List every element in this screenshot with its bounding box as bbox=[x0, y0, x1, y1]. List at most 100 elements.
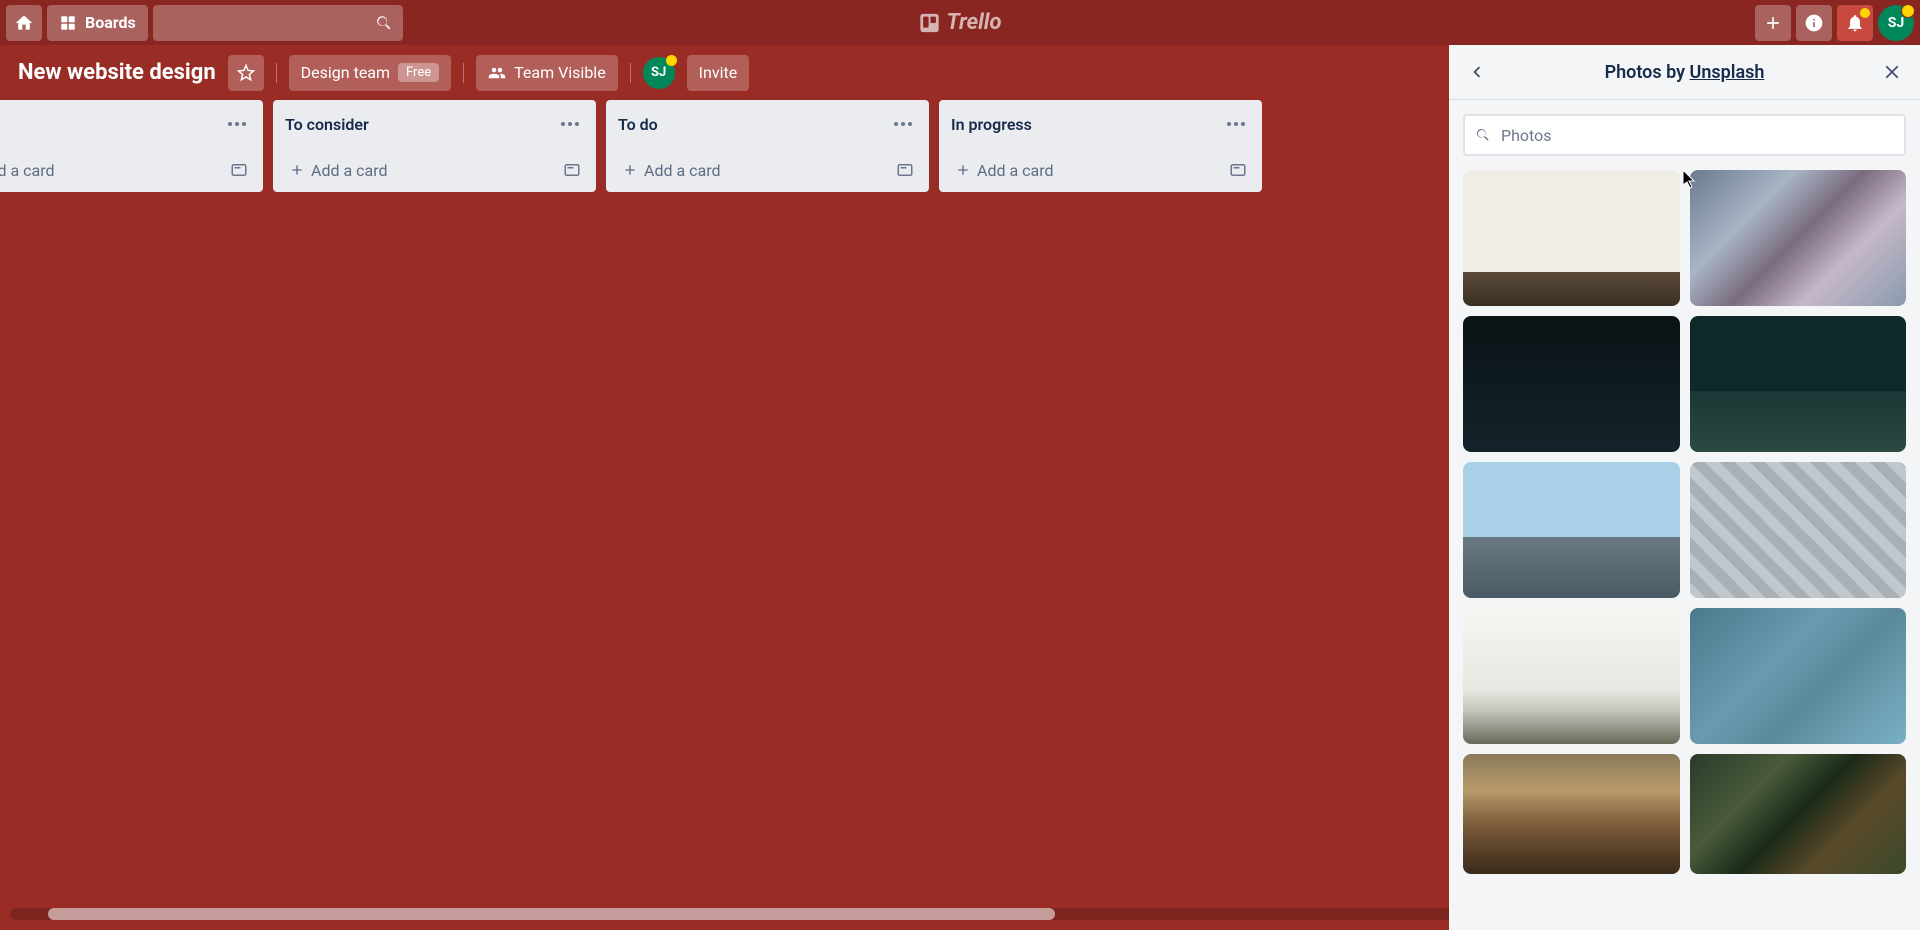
star-button[interactable] bbox=[228, 55, 264, 91]
list: In progress Add a card bbox=[939, 100, 1262, 930]
dots-icon bbox=[228, 122, 246, 126]
topbar: Boards Trello SJ bbox=[0, 0, 1920, 45]
add-card-button[interactable]: Add a card bbox=[949, 157, 1224, 184]
add-card-label: Add a card bbox=[0, 161, 55, 180]
list-header: To consider bbox=[273, 100, 596, 148]
plus-icon bbox=[1763, 13, 1783, 33]
search-icon bbox=[1475, 127, 1491, 143]
template-icon bbox=[563, 161, 581, 179]
panel-title-prefix: Photos by bbox=[1605, 62, 1690, 83]
topbar-left: Boards bbox=[6, 5, 403, 41]
template-button[interactable] bbox=[1224, 156, 1252, 184]
photo-search-field[interactable] bbox=[1463, 114, 1906, 156]
info-button[interactable] bbox=[1796, 5, 1832, 41]
panel-body bbox=[1449, 100, 1920, 888]
list-footer: Add a card bbox=[0, 148, 263, 192]
notifications-button[interactable] bbox=[1837, 5, 1873, 41]
create-button[interactable] bbox=[1755, 5, 1791, 41]
visibility-button[interactable]: Team Visible bbox=[476, 55, 618, 91]
panel-back-button[interactable] bbox=[1459, 54, 1495, 90]
unsplash-link[interactable]: Unsplash bbox=[1690, 62, 1765, 83]
logo-text: Trello bbox=[947, 10, 1002, 35]
list-menu-button[interactable] bbox=[556, 110, 584, 138]
list-header: In progress bbox=[939, 100, 1262, 148]
plus-icon bbox=[289, 162, 305, 178]
list-menu-button[interactable] bbox=[223, 110, 251, 138]
chevron-left-icon bbox=[1466, 61, 1488, 83]
template-icon bbox=[230, 161, 248, 179]
list-header: To do bbox=[606, 100, 929, 148]
panel-close-button[interactable] bbox=[1874, 54, 1910, 90]
list: To do Add a card bbox=[606, 100, 929, 930]
dots-icon bbox=[1227, 122, 1245, 126]
search-box[interactable] bbox=[153, 5, 403, 41]
user-avatar[interactable]: SJ bbox=[1878, 5, 1914, 41]
free-badge: Free bbox=[398, 63, 439, 82]
logo[interactable]: Trello bbox=[919, 10, 1002, 35]
divider bbox=[463, 63, 464, 83]
photo-option[interactable] bbox=[1690, 316, 1907, 452]
add-card-label: Add a card bbox=[311, 161, 388, 180]
bell-icon bbox=[1845, 13, 1865, 33]
photo-search-input[interactable] bbox=[1501, 126, 1894, 145]
template-button[interactable] bbox=[558, 156, 586, 184]
invite-button[interactable]: Invite bbox=[687, 55, 750, 91]
team-button[interactable]: Design team Free bbox=[289, 55, 451, 91]
template-icon bbox=[896, 161, 914, 179]
photo-option[interactable] bbox=[1690, 462, 1907, 598]
template-button[interactable] bbox=[891, 156, 919, 184]
list: as Add a card bbox=[0, 100, 263, 930]
home-icon bbox=[14, 13, 34, 33]
topbar-right: SJ bbox=[1755, 5, 1914, 41]
photo-option[interactable] bbox=[1690, 754, 1907, 874]
photo-option[interactable] bbox=[1463, 608, 1680, 744]
divider bbox=[630, 63, 631, 83]
list-footer: Add a card bbox=[606, 148, 929, 192]
photo-option[interactable] bbox=[1690, 608, 1907, 744]
scrollbar-thumb[interactable] bbox=[48, 908, 1055, 920]
info-icon bbox=[1804, 13, 1824, 33]
add-card-button[interactable]: Add a card bbox=[283, 157, 558, 184]
close-icon bbox=[1881, 61, 1903, 83]
board-title[interactable]: New website design bbox=[18, 60, 216, 85]
photo-option[interactable] bbox=[1463, 170, 1680, 306]
plus-icon bbox=[622, 162, 638, 178]
list-footer: Add a card bbox=[939, 148, 1262, 192]
team-label: Design team bbox=[301, 63, 390, 82]
visibility-label: Team Visible bbox=[514, 63, 606, 82]
photo-option[interactable] bbox=[1463, 754, 1680, 874]
list-title[interactable]: To consider bbox=[285, 115, 369, 134]
photos-panel: Photos by Unsplash bbox=[1449, 45, 1920, 930]
add-card-button[interactable]: Add a card bbox=[616, 157, 891, 184]
photo-grid bbox=[1463, 170, 1906, 874]
invite-label: Invite bbox=[699, 63, 738, 82]
boards-button[interactable]: Boards bbox=[47, 5, 148, 41]
search-icon bbox=[375, 14, 393, 32]
board-member-avatar[interactable]: SJ bbox=[643, 57, 675, 89]
panel-header: Photos by Unsplash bbox=[1449, 45, 1920, 100]
trello-logo-icon bbox=[919, 12, 941, 34]
boards-icon bbox=[59, 14, 77, 32]
list-title[interactable]: To do bbox=[618, 115, 658, 134]
panel-title: Photos by Unsplash bbox=[1605, 62, 1765, 83]
star-icon bbox=[237, 64, 255, 82]
plus-icon bbox=[955, 162, 971, 178]
dots-icon bbox=[894, 122, 912, 126]
list-menu-button[interactable] bbox=[889, 110, 917, 138]
people-icon bbox=[488, 64, 506, 82]
divider bbox=[276, 63, 277, 83]
member-initials: SJ bbox=[651, 65, 666, 80]
photo-option[interactable] bbox=[1463, 462, 1680, 598]
home-button[interactable] bbox=[6, 5, 42, 41]
template-button[interactable] bbox=[225, 156, 253, 184]
list-footer: Add a card bbox=[273, 148, 596, 192]
photo-option[interactable] bbox=[1463, 316, 1680, 452]
photo-option[interactable] bbox=[1690, 170, 1907, 306]
list-title[interactable]: In progress bbox=[951, 115, 1032, 134]
add-card-button[interactable]: Add a card bbox=[0, 157, 225, 184]
dots-icon bbox=[561, 122, 579, 126]
add-card-label: Add a card bbox=[644, 161, 721, 180]
boards-label: Boards bbox=[85, 13, 136, 32]
avatar-initials: SJ bbox=[1888, 15, 1904, 31]
list-menu-button[interactable] bbox=[1222, 110, 1250, 138]
